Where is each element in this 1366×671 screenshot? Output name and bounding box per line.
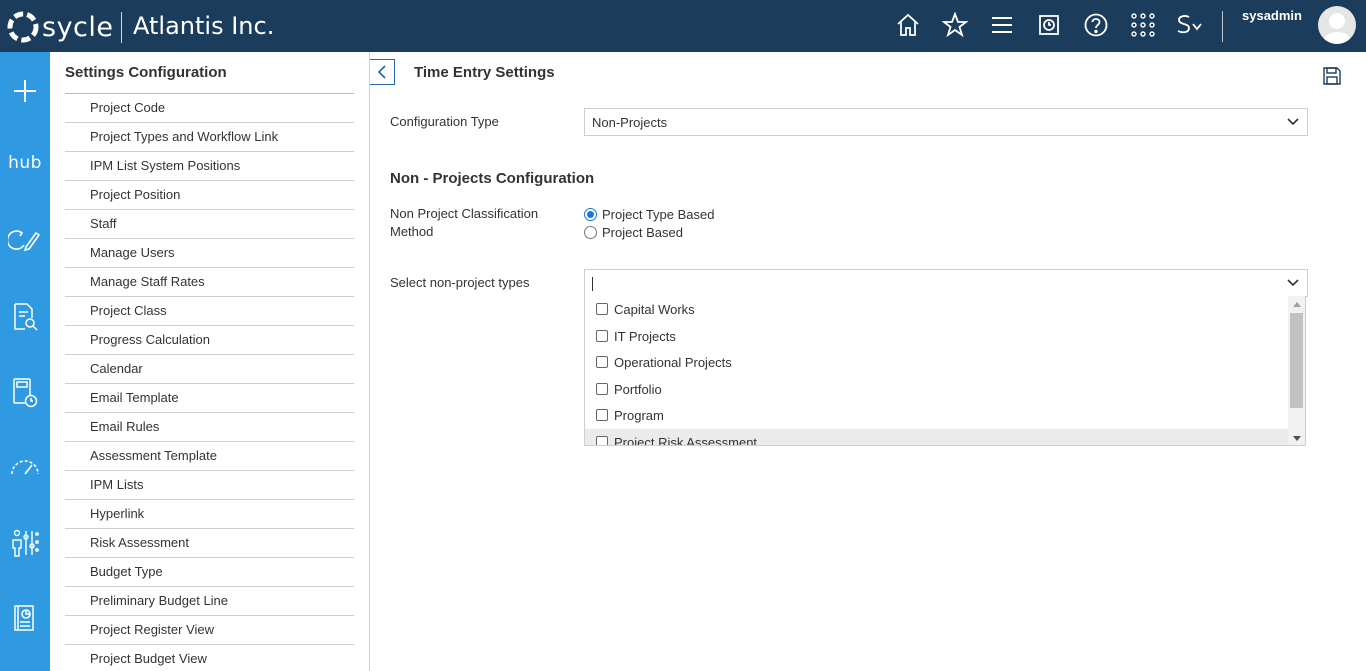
star-icon[interactable] — [941, 11, 969, 39]
checkbox[interactable] — [596, 383, 608, 395]
username[interactable]: sysadmin — [1242, 8, 1302, 23]
radio-project-type-based[interactable]: Project Type Based — [584, 205, 715, 223]
settings-item-ipm-lists[interactable]: IPM Lists — [65, 471, 354, 500]
settings-item-risk-assessment[interactable]: Risk Assessment — [65, 529, 354, 558]
checkbox[interactable] — [596, 356, 608, 368]
option-label: Program — [614, 407, 664, 423]
gauge-icon[interactable] — [0, 447, 50, 487]
settings-item-preliminary-budget-line[interactable]: Preliminary Budget Line — [65, 587, 354, 616]
settings-panel: Settings Configuration Project Code Proj… — [50, 52, 370, 671]
section-title: Non - Projects Configuration — [390, 170, 595, 187]
types-dropdown-list: Capital Works IT Projects Operational Pr… — [584, 296, 1306, 446]
refresh-edit-icon[interactable] — [0, 220, 50, 260]
checkbox[interactable] — [596, 409, 608, 421]
config-type-label: Configuration Type — [390, 114, 499, 129]
settings-item-email-rules[interactable]: Email Rules — [65, 413, 354, 442]
option-portfolio[interactable]: Portfolio — [585, 376, 1288, 402]
people-sliders-icon[interactable] — [0, 523, 50, 563]
option-capital-works[interactable]: Capital Works — [585, 296, 1288, 322]
help-icon[interactable] — [1082, 11, 1110, 39]
option-it-projects[interactable]: IT Projects — [585, 323, 1288, 349]
header-divider — [121, 12, 122, 43]
option-label: IT Projects — [614, 328, 676, 344]
settings-item-email-template[interactable]: Email Template — [65, 384, 354, 413]
back-button[interactable] — [370, 59, 395, 85]
logo-text: sycle — [42, 11, 114, 43]
save-icon[interactable] — [1322, 66, 1342, 91]
option-label: Capital Works — [614, 301, 695, 317]
settings-item-assessment-template[interactable]: Assessment Template — [65, 442, 354, 471]
select-types-label: Select non-project types — [390, 275, 530, 290]
option-project-risk-assessment[interactable]: Project Risk Assessment — [585, 429, 1288, 446]
main-content: Time Entry Settings Configuration Type N… — [370, 52, 1366, 671]
settings-item-calendar[interactable]: Calendar — [65, 355, 354, 384]
config-type-select[interactable]: Non-Projects — [584, 108, 1308, 136]
radio-button-checked[interactable] — [584, 207, 597, 221]
avatar[interactable] — [1318, 6, 1356, 44]
settings-item-staff[interactable]: Staff — [65, 210, 354, 239]
text-cursor — [592, 277, 593, 291]
chevron-down-icon — [1287, 279, 1299, 287]
settings-item-project-code[interactable]: Project Code — [65, 94, 354, 123]
settings-item-project-budget-view[interactable]: Project Budget View — [65, 645, 354, 671]
checkbox[interactable] — [596, 303, 608, 315]
hub-label: hub — [8, 153, 42, 173]
checkbox[interactable] — [596, 330, 608, 342]
document-search-icon[interactable] — [0, 297, 50, 337]
report-icon[interactable] — [0, 598, 50, 638]
top-bar: sycle Atlantis Inc. sysadmin — [0, 0, 1366, 52]
settings-item-project-position[interactable]: Project Position — [65, 181, 354, 210]
page-title: Time Entry Settings — [414, 64, 555, 81]
clock-screen-icon[interactable] — [1035, 11, 1063, 39]
radio-label: Project Based — [602, 224, 683, 240]
logo[interactable]: sycle — [6, 10, 114, 44]
scroll-down-arrow-icon[interactable] — [1288, 432, 1305, 444]
option-program[interactable]: Program — [585, 402, 1288, 428]
s-dropdown-icon[interactable] — [1175, 11, 1205, 39]
settings-item-manage-staff-rates[interactable]: Manage Staff Rates — [65, 268, 354, 297]
left-rail: hub — [0, 52, 50, 671]
classification-label-line1: Non Project Classification — [390, 206, 539, 221]
config-type-value: Non-Projects — [592, 115, 668, 130]
dropdown-scrollbar[interactable] — [1288, 296, 1305, 445]
checkbox[interactable] — [596, 436, 608, 445]
hub-icon[interactable]: hub — [0, 143, 50, 183]
select-types-input[interactable] — [584, 269, 1308, 297]
settings-item-budget-type[interactable]: Budget Type — [65, 558, 354, 587]
logo-mark-icon — [6, 10, 40, 44]
option-label: Portfolio — [614, 381, 662, 397]
settings-item-project-types-workflow[interactable]: Project Types and Workflow Link — [65, 123, 354, 152]
scroll-thumb[interactable] — [1290, 313, 1303, 408]
classification-label-line2: Method — [390, 224, 434, 239]
settings-item-project-class[interactable]: Project Class — [65, 297, 354, 326]
calculator-clock-icon[interactable] — [0, 373, 50, 413]
chevron-left-icon — [377, 65, 386, 79]
settings-item-hyperlink[interactable]: Hyperlink — [65, 500, 354, 529]
radio-label: Project Type Based — [602, 206, 715, 222]
option-label: Project Risk Assessment — [614, 434, 758, 446]
settings-item-ipm-list-system-positions[interactable]: IPM List System Positions — [65, 152, 354, 181]
settings-item-project-register-view[interactable]: Project Register View — [65, 616, 354, 645]
radio-project-based[interactable]: Project Based — [584, 223, 683, 241]
option-label: Operational Projects — [614, 354, 732, 370]
company-name: Atlantis Inc. — [133, 12, 275, 40]
header-divider-right — [1222, 11, 1223, 42]
chevron-down-icon — [1287, 118, 1299, 126]
apps-grid-icon[interactable] — [1129, 11, 1157, 39]
radio-button[interactable] — [584, 225, 597, 239]
settings-title: Settings Configuration — [65, 64, 227, 81]
scroll-up-arrow-icon[interactable] — [1288, 298, 1305, 310]
settings-menu: Project Code Project Types and Workflow … — [65, 93, 354, 671]
plus-icon[interactable] — [0, 71, 50, 111]
menu-icon[interactable] — [988, 11, 1016, 39]
settings-item-manage-users[interactable]: Manage Users — [65, 239, 354, 268]
settings-item-progress-calculation[interactable]: Progress Calculation — [65, 326, 354, 355]
home-icon[interactable] — [894, 11, 922, 39]
option-operational-projects[interactable]: Operational Projects — [585, 349, 1288, 375]
